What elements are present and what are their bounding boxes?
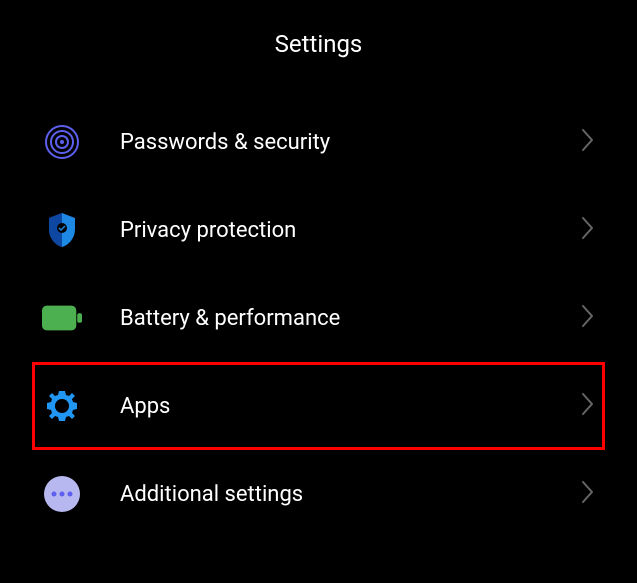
battery-icon bbox=[42, 298, 82, 338]
menu-item-label: Battery & performance bbox=[120, 306, 581, 331]
menu-item-additional-settings[interactable]: Additional settings bbox=[0, 450, 637, 538]
menu-item-privacy-protection[interactable]: Privacy protection bbox=[0, 186, 637, 274]
menu-item-label: Privacy protection bbox=[120, 218, 581, 243]
menu-list: Passwords & security Privacy protection bbox=[0, 98, 637, 538]
menu-item-label: Passwords & security bbox=[120, 130, 581, 155]
more-icon bbox=[42, 474, 82, 514]
menu-item-label: Additional settings bbox=[120, 482, 581, 507]
menu-item-battery-performance[interactable]: Battery & performance bbox=[0, 274, 637, 362]
shield-icon bbox=[42, 210, 82, 250]
chevron-right-icon bbox=[581, 304, 595, 332]
chevron-right-icon bbox=[581, 480, 595, 508]
header: Settings bbox=[0, 0, 637, 98]
chevron-right-icon bbox=[581, 128, 595, 156]
menu-item-label: Apps bbox=[120, 394, 581, 419]
gear-icon bbox=[42, 386, 82, 426]
menu-item-apps[interactable]: Apps bbox=[32, 362, 605, 450]
fingerprint-icon bbox=[42, 122, 82, 162]
chevron-right-icon bbox=[581, 216, 595, 244]
menu-item-passwords-security[interactable]: Passwords & security bbox=[0, 98, 637, 186]
chevron-right-icon bbox=[581, 392, 595, 420]
page-title: Settings bbox=[0, 30, 637, 58]
